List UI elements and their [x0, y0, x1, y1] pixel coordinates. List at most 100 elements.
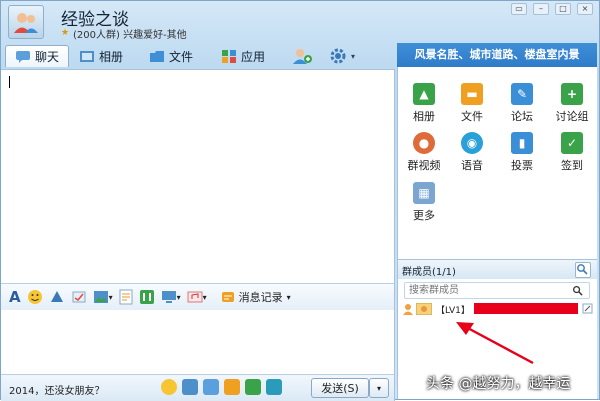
redacted-name: [474, 303, 578, 314]
gift-icon[interactable]: [224, 379, 240, 395]
folder-icon: [150, 50, 164, 62]
folder-icon: ▬: [461, 83, 483, 105]
tab-apps[interactable]: 应用: [221, 45, 265, 67]
tab-album[interactable]: 相册: [79, 45, 123, 67]
app-voice[interactable]: ◉ 语音: [450, 132, 494, 173]
format-toolbar: A ▾ ▾ ▾ 消息记录 ▾: [1, 283, 395, 311]
tab-chat[interactable]: 聊天: [5, 45, 69, 67]
app-label: 相册: [413, 110, 435, 123]
input-text: 2014，还没女朋友？: [9, 386, 105, 397]
quick-actions: [161, 379, 282, 395]
members-title: 群成员(1/1): [402, 267, 456, 278]
chevron-down-icon: ▾: [176, 292, 181, 302]
voice-icon: ◉: [461, 132, 483, 154]
tab-label: 聊天: [34, 50, 59, 64]
chevron-down-icon: ▾: [376, 383, 381, 393]
app-vote[interactable]: ▮ 投票: [500, 132, 544, 173]
people-icon: [14, 13, 38, 33]
app-label: 讨论组: [555, 110, 589, 123]
app-label: 文件: [461, 110, 483, 123]
promo-banner[interactable]: 风景名胜、城市道路、楼盘室内景: [397, 43, 597, 67]
edit-icon[interactable]: [582, 303, 593, 314]
screen-share-icon[interactable]: ▾: [161, 288, 181, 306]
discussion-icon: +: [561, 83, 583, 105]
shake-icon[interactable]: [49, 288, 65, 306]
chevron-down-icon: ▾: [286, 292, 291, 302]
forum-icon: ✎: [511, 83, 533, 105]
settings-button[interactable]: ▾: [329, 45, 355, 67]
members-search-button[interactable]: [575, 262, 591, 278]
font-icon[interactable]: A: [9, 288, 21, 306]
bottom-bar: 2014，还没女朋友？ 发送(S) ▾: [1, 374, 395, 401]
video-icon: ●: [413, 132, 435, 154]
app-label: 更多: [413, 209, 435, 222]
close-icon[interactable]: ×: [577, 3, 593, 15]
music-icon[interactable]: ▾: [187, 288, 207, 306]
chevron-down-icon: ▾: [202, 292, 207, 302]
tab-label: 文件: [169, 49, 194, 64]
star-icon: ★: [61, 28, 70, 38]
member-search-input[interactable]: [405, 283, 563, 298]
app-label: 投票: [511, 159, 533, 172]
message-input[interactable]: [1, 310, 395, 374]
app-album[interactable]: ▲ 相册: [402, 83, 446, 124]
history-icon: [221, 292, 234, 302]
app-forum[interactable]: ✎ 论坛: [500, 83, 544, 124]
add-user-icon: [293, 49, 312, 64]
app-files[interactable]: ▬ 文件: [450, 83, 494, 124]
add-member-button[interactable]: [293, 45, 313, 67]
doc-icon[interactable]: [119, 288, 133, 306]
app-label: 论坛: [511, 110, 533, 123]
group-subtitle: (200人群) 兴趣爱好-其他: [73, 30, 187, 41]
member-row[interactable]: 【LV1】: [402, 303, 593, 317]
app-discussion[interactable]: + 讨论组: [550, 83, 594, 124]
photo-icon: ▲: [413, 83, 435, 105]
app-more[interactable]: ▦ 更多: [402, 182, 446, 223]
photo-icon[interactable]: [245, 379, 261, 395]
owner-icon: [403, 304, 413, 315]
app-label: 群视频: [407, 159, 441, 172]
avatar: [416, 303, 432, 315]
member-search-field[interactable]: [404, 282, 590, 299]
maximize-icon[interactable]: □: [555, 3, 571, 15]
tab-files[interactable]: 文件: [149, 45, 193, 67]
checkin-icon: ✓: [561, 132, 583, 154]
screenshot-icon[interactable]: [139, 288, 155, 306]
chat-icon: [15, 51, 30, 63]
search-icon: [577, 264, 588, 275]
send-options-button[interactable]: ▾: [369, 378, 389, 398]
app-label: 签到: [561, 159, 583, 172]
emoji-icon[interactable]: [161, 379, 177, 395]
tab-bar: 聊天 相册 文件 应用 ▾: [1, 43, 396, 69]
app-checkin[interactable]: ✓ 签到: [550, 132, 594, 173]
album-icon: [80, 50, 94, 62]
emoji-icon[interactable]: [27, 288, 43, 306]
right-panel: 风景名胜、城市道路、楼盘室内景 ▲ 相册 ▬ 文件 ✎ 论坛 + 讨论组 ● 群…: [397, 43, 597, 399]
message-history[interactable]: [1, 69, 395, 284]
image-icon[interactable]: ▾: [93, 288, 113, 306]
message-record-label: 消息记录: [238, 291, 283, 304]
tab-label: 相册: [99, 49, 124, 64]
gear-icon: [330, 48, 346, 64]
window-controls: ▭ – □ ×: [511, 3, 593, 15]
apps-icon: [222, 49, 236, 63]
more-icon: ▦: [413, 182, 435, 204]
monitor-icon[interactable]: [203, 379, 219, 395]
member-level: 【LV1】: [436, 306, 470, 316]
tab-label: 应用: [241, 49, 266, 64]
save-icon[interactable]: [182, 379, 198, 395]
app-group-video[interactable]: ● 群视频: [402, 132, 446, 173]
chevron-down-icon: ▾: [108, 292, 113, 302]
group-avatar[interactable]: [8, 5, 44, 39]
magic-expression-icon[interactable]: [71, 288, 87, 306]
send-button[interactable]: 发送(S): [311, 378, 369, 398]
skin-icon[interactable]: ▭: [511, 3, 527, 15]
search-icon: [573, 286, 583, 296]
app-grid: ▲ 相册 ▬ 文件 ✎ 论坛 + 讨论组 ● 群视频 ◉ 语音 ▮ 投票 ✓ 签…: [397, 67, 597, 259]
app-icon[interactable]: [266, 379, 282, 395]
text-caret: [9, 76, 10, 88]
window-header: 经验之谈 ★ (200人群) 兴趣爱好-其他 ▭ – □ ×: [1, 1, 599, 43]
message-record-button[interactable]: 消息记录 ▾: [221, 288, 291, 306]
minimize-icon[interactable]: –: [533, 3, 549, 15]
chevron-down-icon: ▾: [351, 51, 356, 61]
